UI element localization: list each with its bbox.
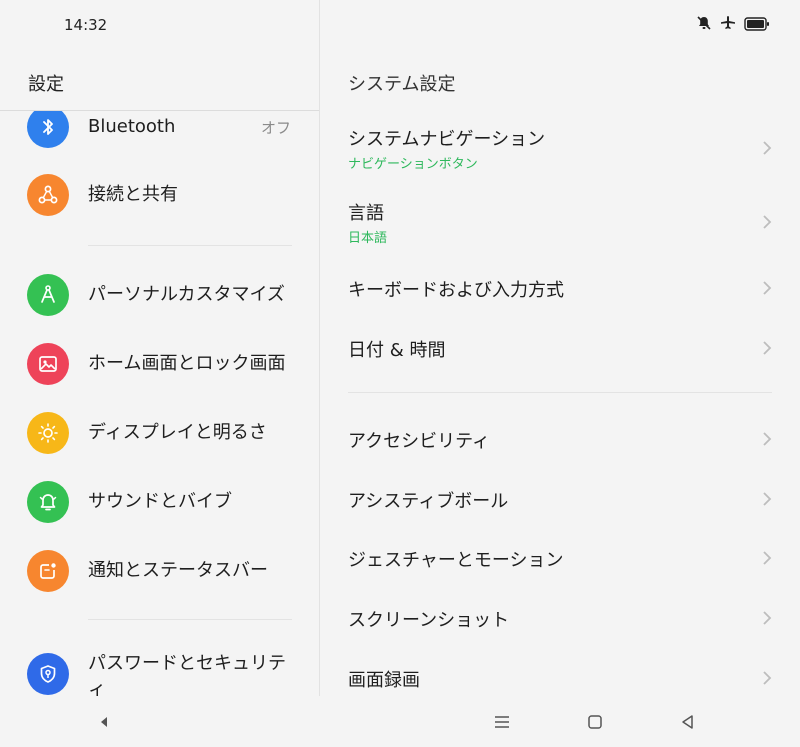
settings-item-label: Bluetooth (88, 116, 176, 137)
bell-icon (27, 481, 69, 523)
settings-item-home-lock-screen[interactable]: ホーム画面とロック画面 (0, 332, 319, 396)
chevron-right-icon (763, 141, 772, 155)
chevron-right-icon (763, 671, 772, 685)
settings-item-label: サウンドとバイブ (88, 491, 232, 512)
left-pane-title: 設定 (28, 74, 64, 95)
back-icon[interactable] (676, 710, 700, 734)
settings-item-password-security[interactable]: パスワードとセキュリティ (0, 635, 319, 696)
settings-item-sound-vibration[interactable]: サウンドとバイブ (0, 470, 319, 534)
settings-item-label: 接続と共有 (88, 184, 178, 205)
chevron-right-icon (763, 551, 772, 565)
system-item-accessibility[interactable]: アクセシビリティ (320, 413, 800, 465)
system-item-screenshot[interactable]: スクリーンショット (320, 592, 800, 644)
bluetooth-icon (27, 111, 69, 148)
settings-item-display-brightness[interactable]: ディスプレイと明るさ (0, 401, 319, 465)
status-time: 14:32 (64, 16, 108, 34)
settings-item-label: ホーム画面とロック画面 (88, 353, 286, 374)
system-item-navigation[interactable]: システムナビゲーション ナビゲーションボタン (320, 112, 800, 182)
system-item-label: アシスティブボール (348, 491, 509, 512)
chevron-right-icon (763, 341, 772, 355)
chevron-right-icon (763, 492, 772, 506)
shield-icon (27, 653, 69, 695)
system-item-screen-recording[interactable]: 画面録画 (320, 652, 800, 696)
settings-item-personalization[interactable]: パーソナルカスタマイズ (0, 263, 319, 327)
settings-item-connection-sharing[interactable]: 接続と共有 (0, 163, 319, 227)
status-bar-left: 14:32 (0, 0, 319, 52)
system-item-label: 画面録画 (348, 670, 420, 691)
system-item-label: ジェスチャーとモーション (348, 550, 564, 571)
chevron-right-icon (763, 215, 772, 229)
system-item-assistive-ball[interactable]: アシスティブボール (320, 473, 800, 525)
section-divider (348, 392, 772, 393)
section-divider (88, 619, 292, 620)
notification-icon (27, 550, 69, 592)
chevron-right-icon (763, 432, 772, 446)
image-icon (27, 343, 69, 385)
settings-item-bluetooth[interactable]: Bluetooth オフ (0, 111, 319, 159)
settings-item-label: 通知とステータスバー (88, 560, 268, 581)
chevron-right-icon (763, 611, 772, 625)
settings-item-label: パーソナルカスタマイズ (88, 284, 285, 305)
system-item-label: 言語 (348, 203, 384, 224)
system-item-gestures-motion[interactable]: ジェスチャーとモーション (320, 532, 800, 584)
home-icon[interactable] (583, 710, 607, 734)
system-item-subtitle: ナビゲーションボタン (348, 157, 478, 172)
right-pane-title: システム設定 (348, 74, 456, 95)
system-item-label: アクセシビリティ (348, 431, 491, 452)
settings-item-label: パスワードとセキュリティ (88, 653, 286, 696)
compass-icon (27, 274, 69, 316)
bluetooth-status-value: オフ (260, 119, 291, 137)
system-item-label: 日付 & 時間 (348, 340, 446, 361)
back-small-icon[interactable] (92, 710, 116, 734)
settings-list[interactable]: Bluetooth オフ 接続と共有 パーソナルカスタマイズ ホーム画面とロック… (0, 111, 319, 696)
sun-icon (27, 412, 69, 454)
settings-item-notifications-statusbar[interactable]: 通知とステータスバー (0, 539, 319, 603)
system-item-label: キーボードおよび入力方式 (348, 280, 564, 301)
airplane-icon (720, 15, 736, 35)
battery-icon (744, 16, 770, 35)
share-icon (27, 174, 69, 216)
system-item-language[interactable]: 言語 日本語 (320, 186, 800, 256)
status-icons (696, 15, 770, 35)
section-divider (88, 245, 292, 246)
menu-icon[interactable] (490, 710, 514, 734)
chevron-right-icon (763, 281, 772, 295)
system-item-label: スクリーンショット (348, 610, 510, 631)
bell-muted-icon (696, 15, 712, 35)
system-item-label: システムナビゲーション (348, 129, 546, 150)
system-item-date-time[interactable]: 日付 & 時間 (320, 322, 800, 374)
system-item-subtitle: 日本語 (348, 231, 388, 246)
settings-item-label: ディスプレイと明るさ (88, 422, 267, 443)
navigation-bar (0, 696, 800, 747)
system-item-keyboard-input[interactable]: キーボードおよび入力方式 (320, 262, 800, 314)
